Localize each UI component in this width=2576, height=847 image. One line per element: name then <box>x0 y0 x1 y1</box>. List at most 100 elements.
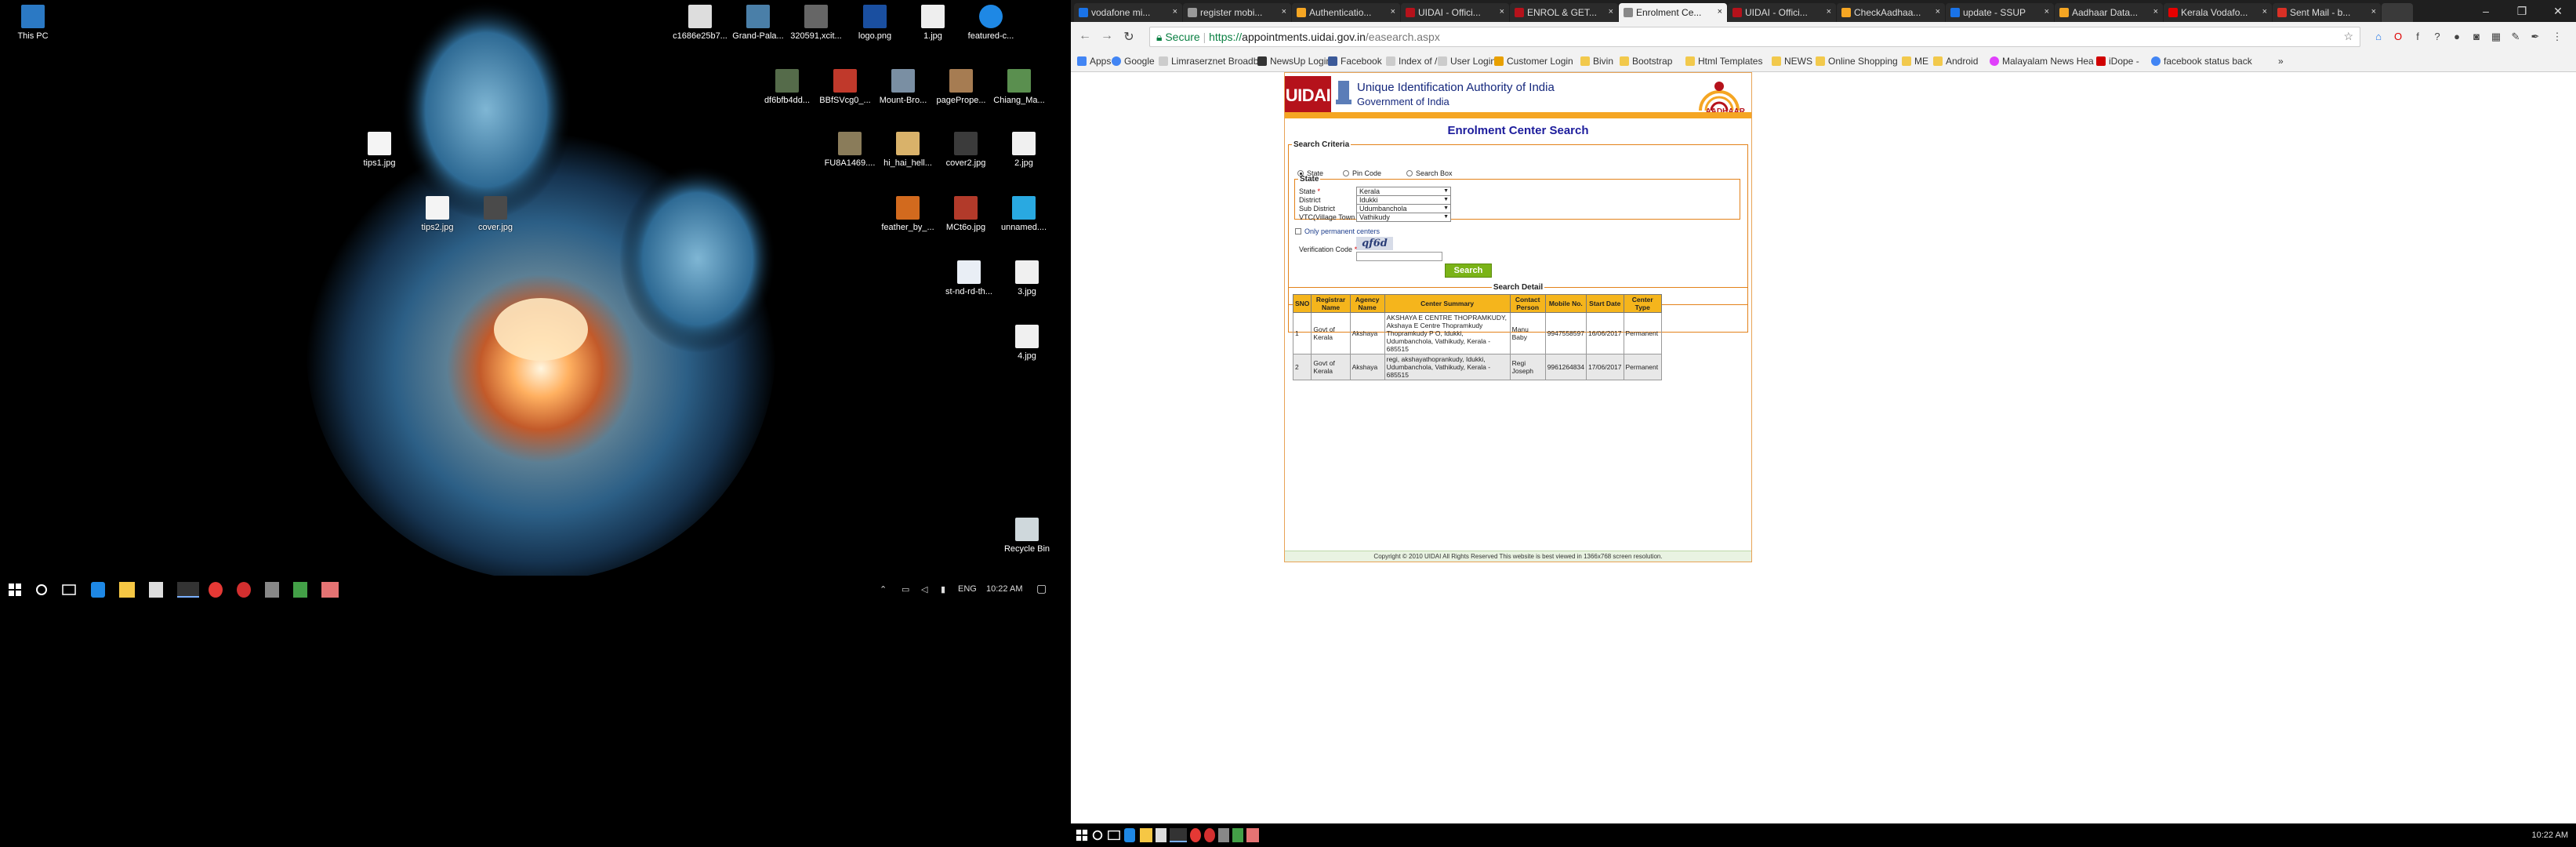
close-tab-icon[interactable]: × <box>2262 7 2267 16</box>
language-indicator[interactable]: ENG <box>958 584 977 594</box>
bookmark-item[interactable]: Limraserznet Broadb <box>1159 56 1258 67</box>
desktop-icon-file[interactable]: cover2.jpg <box>934 132 997 168</box>
edge-browser-icon[interactable] <box>1124 828 1135 842</box>
back-arrow-icon[interactable]: ← <box>1077 29 1093 45</box>
chrome-alt-icon[interactable] <box>209 582 223 598</box>
network-icon[interactable]: ▭ <box>902 584 909 594</box>
browser-tab[interactable]: Authenticatio... × <box>1292 3 1400 22</box>
close-tab-icon[interactable]: × <box>2371 7 2376 16</box>
desktop-icon-recycle-bin[interactable]: Recycle Bin <box>996 518 1058 554</box>
app-icon[interactable] <box>1218 828 1229 842</box>
desktop-icon-file[interactable]: c1686e25b7... <box>669 5 731 41</box>
grid-extension-icon[interactable]: ▦ <box>2490 31 2502 43</box>
browser-tab[interactable]: vodafone mi... × <box>1074 3 1182 22</box>
browser-tab[interactable]: ENROL & GET... × <box>1510 3 1618 22</box>
close-window-icon[interactable]: ✕ <box>2540 0 2576 22</box>
desktop-icon-file[interactable]: 1.jpg <box>902 5 964 41</box>
bookmark-item[interactable]: NewsUp Login <box>1257 56 1331 67</box>
browser-tab[interactable]: CheckAadhaa... × <box>1837 3 1945 22</box>
windows-start-icon[interactable] <box>8 582 22 598</box>
desktop-icon-file[interactable]: MCt6o.jpg <box>934 196 997 232</box>
desktop-icon-file[interactable]: 4.jpg <box>996 325 1058 361</box>
desktop-icon-file[interactable]: feather_by_... <box>876 196 939 232</box>
bookmark-item[interactable]: Google <box>1112 56 1155 67</box>
browser-tab[interactable]: update - SSUP × <box>1946 3 2054 22</box>
tray-chevron-icon[interactable]: ⌃ <box>880 584 887 594</box>
desktop-icon-file[interactable]: 320591,xcit... <box>785 5 847 41</box>
close-tab-icon[interactable]: × <box>1500 7 1504 16</box>
new-tab-button[interactable] <box>2382 3 2413 22</box>
close-tab-icon[interactable]: × <box>1609 7 1613 16</box>
close-tab-icon[interactable]: × <box>2044 7 2049 16</box>
question-extension-icon[interactable]: ? <box>2431 31 2444 43</box>
desktop-icon-file[interactable]: unnamed.... <box>992 196 1055 232</box>
volume-icon[interactable]: ◁ <box>921 584 927 594</box>
opera-icon[interactable] <box>1204 828 1215 842</box>
table-row[interactable]: 2 Govt of Kerala Akshaya regi, akshayath… <box>1292 354 1663 380</box>
desktop-icon-file[interactable]: Mount-Bro... <box>872 69 934 105</box>
vtc-select[interactable]: Vathikudy ▼ <box>1356 213 1451 222</box>
battery-icon[interactable]: ▮ <box>941 584 945 594</box>
close-tab-icon[interactable]: × <box>1827 7 1831 16</box>
desktop-icon-file[interactable]: Chiang_Ma... <box>988 69 1050 105</box>
desktop-icon-file[interactable]: tips2.jpg <box>406 196 469 232</box>
close-tab-icon[interactable]: × <box>1391 7 1395 16</box>
desktop-icon-file[interactable]: Grand-Pala... <box>727 5 789 41</box>
table-row[interactable]: 1 Govt of Kerala Akshaya AKSHAYA E CENTR… <box>1292 312 1663 354</box>
browser-tab[interactable]: UIDAI - Offici... × <box>1401 3 1509 22</box>
circle-extension-icon[interactable]: ● <box>2451 31 2463 43</box>
chrome-taskbar-icon[interactable] <box>1170 828 1187 842</box>
only-permanent-checkbox[interactable]: Only permanent centers <box>1295 227 1380 235</box>
desktop-icon-file[interactable]: tips1.jpg <box>348 132 411 168</box>
opera-extension-icon[interactable]: O <box>2392 31 2404 43</box>
browser-tab[interactable]: UIDAI - Offici... × <box>1728 3 1836 22</box>
bookmark-folder[interactable]: Html Templates <box>1685 56 1762 67</box>
bookmark-item[interactable]: Apps <box>1077 56 1111 67</box>
forward-arrow-icon[interactable]: → <box>1099 29 1115 45</box>
bookmark-folder[interactable]: Bivin <box>1580 56 1613 67</box>
close-tab-icon[interactable]: × <box>1936 7 1940 16</box>
store-icon[interactable] <box>1156 828 1166 842</box>
app-icon[interactable] <box>1246 828 1259 842</box>
browser-tab[interactable]: Kerala Vodafo... × <box>2164 3 2272 22</box>
opera-icon[interactable] <box>237 582 251 598</box>
desktop-icon-file[interactable]: df6bfb4dd... <box>756 69 818 105</box>
minimize-icon[interactable]: – <box>2468 0 2504 22</box>
clock[interactable]: 10:22 AM <box>2532 831 2568 840</box>
bookmark-star-icon[interactable]: ☆ <box>2343 30 2353 43</box>
camera-extension-icon[interactable]: ◙ <box>2470 31 2483 43</box>
desktop-icon-file[interactable]: 3.jpg <box>996 260 1058 296</box>
desktop-icon-file[interactable]: logo.png <box>844 5 906 41</box>
bookmark-folder[interactable]: ME <box>1902 56 1928 67</box>
bookmark-folder[interactable]: Android <box>1933 56 1978 67</box>
search-icon[interactable] <box>1091 828 1104 842</box>
browser-tab-active[interactable]: Enrolment Ce... × <box>1619 3 1727 22</box>
bookmark-item[interactable]: Malayalam News Hea <box>1990 56 2094 67</box>
bookmark-folder[interactable]: Online Shopping <box>1816 56 1898 67</box>
close-tab-icon[interactable]: × <box>2153 7 2158 16</box>
app-icon[interactable] <box>293 582 307 598</box>
close-tab-icon[interactable]: × <box>1173 7 1177 16</box>
maximize-icon[interactable]: ❐ <box>2504 0 2540 22</box>
desktop-icon-file[interactable]: featured-c... <box>960 5 1022 41</box>
bookmark-item[interactable]: Facebook <box>1328 56 1382 67</box>
bookmark-item[interactable]: Index of / <box>1386 56 1437 67</box>
verification-code-input[interactable] <box>1356 252 1442 261</box>
windows-start-icon[interactable] <box>1076 828 1088 842</box>
bookmark-folder[interactable]: NEWS <box>1772 56 1812 67</box>
action-center-icon[interactable]: ▢ <box>1036 582 1047 595</box>
extension-icon[interactable]: ⌂ <box>2372 31 2385 43</box>
browser-tab[interactable]: Sent Mail - b... × <box>2273 3 2381 22</box>
task-view-icon[interactable] <box>61 582 77 598</box>
browser-tab[interactable]: register mobi... × <box>1183 3 1291 22</box>
bookmark-item[interactable]: facebook status back <box>2151 56 2252 67</box>
bookmark-item[interactable]: Customer Login <box>1494 56 1573 67</box>
address-bar[interactable]: 🔒︎ Secure | https://appointments.uidai.g… <box>1149 27 2360 47</box>
pen-extension-icon[interactable]: ✒ <box>2529 31 2542 43</box>
clock[interactable]: 10:22 AM <box>986 584 1022 594</box>
bookmark-folder[interactable]: Bootstrap <box>1620 56 1672 67</box>
file-explorer-icon[interactable] <box>1140 828 1152 842</box>
desktop-icon-this-pc[interactable]: This PC <box>2 5 64 41</box>
close-tab-icon[interactable]: × <box>1718 7 1722 16</box>
menu-icon[interactable]: ⋮ <box>2551 31 2563 43</box>
